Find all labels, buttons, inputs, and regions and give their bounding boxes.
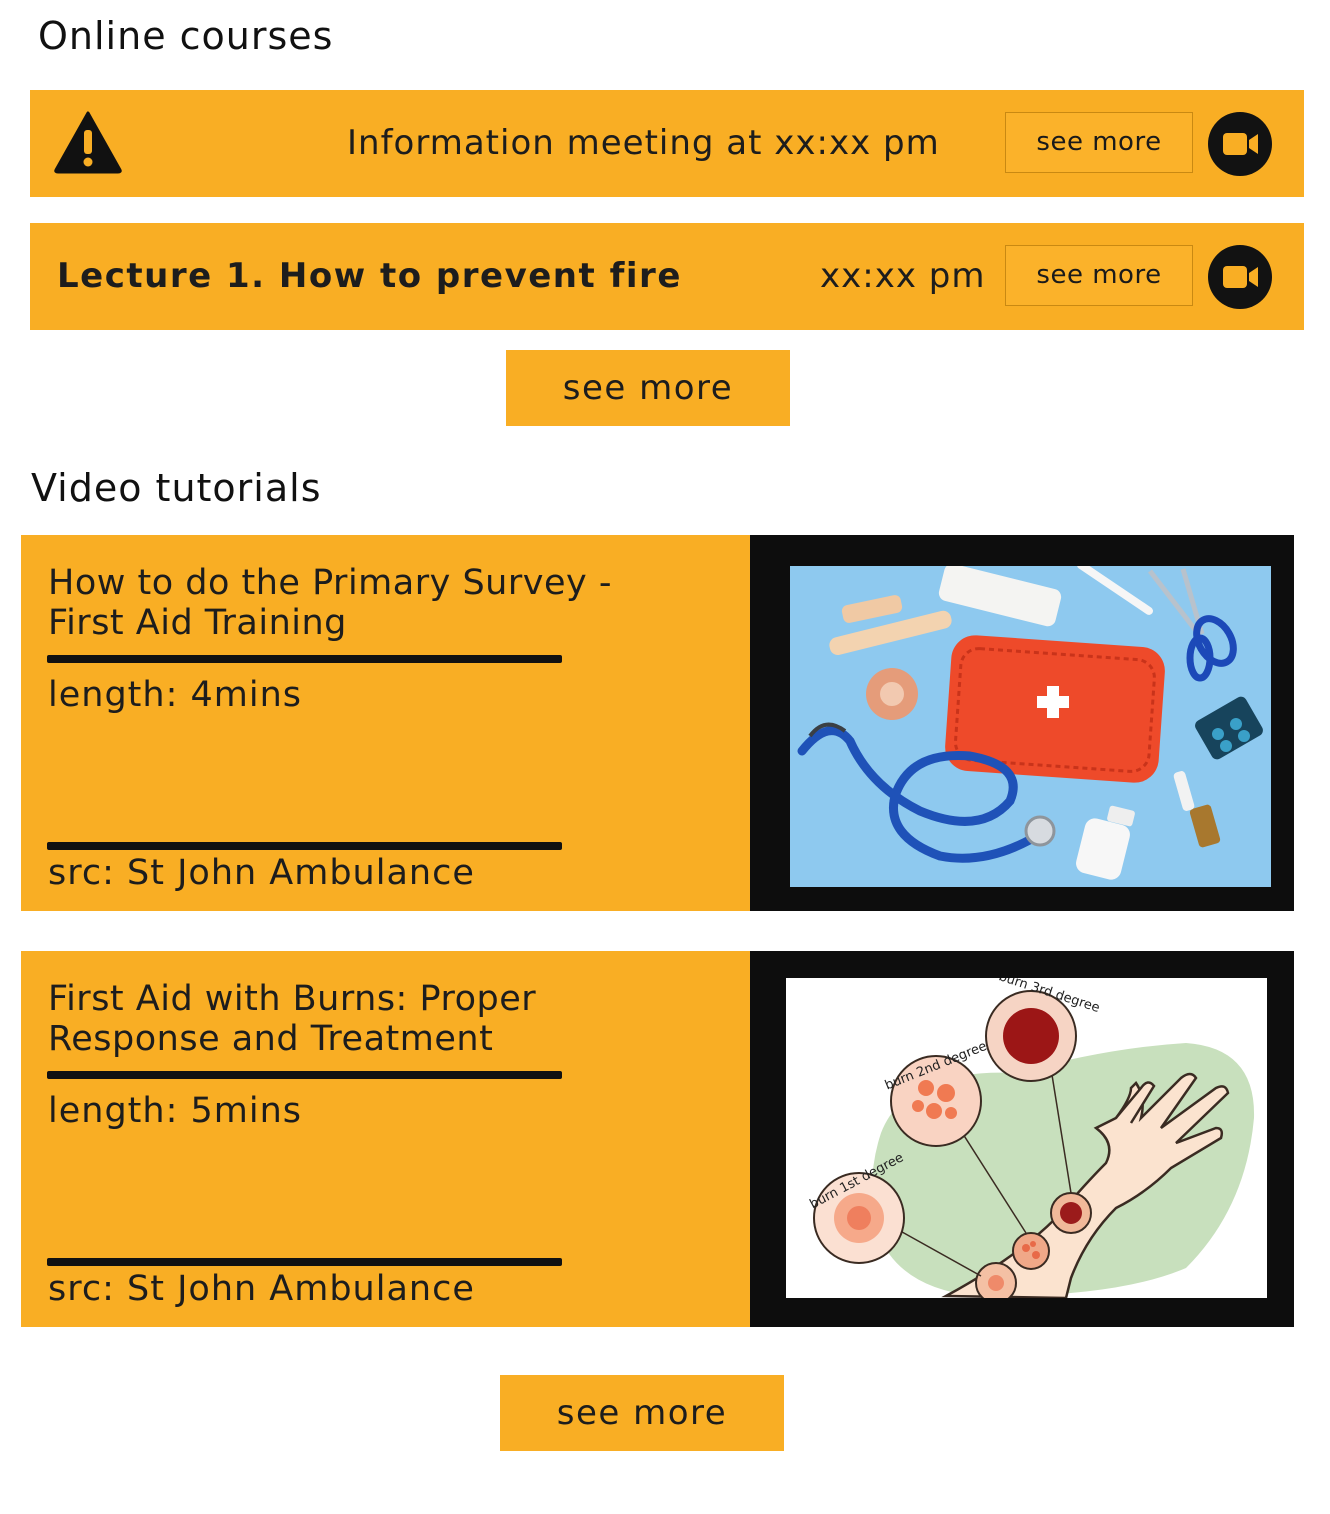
divider: [47, 1071, 562, 1079]
course-banner-info-meeting: Information meeting at xx:xx pm see more: [30, 90, 1304, 197]
lecture-time: xx:xx pm: [820, 256, 986, 296]
video-tutorials-see-more-button[interactable]: see more: [500, 1375, 784, 1451]
video-camera-glyph: [1223, 266, 1258, 288]
video-length: length: 5mins: [48, 1091, 302, 1131]
video-thumbnail-frame[interactable]: [750, 535, 1294, 911]
video-title: How to do the Primary Survey - First Aid…: [48, 563, 612, 643]
video-length: length: 4mins: [48, 675, 302, 715]
first-aid-kit-thumbnail[interactable]: [790, 566, 1271, 887]
video-source: src: St John Ambulance: [48, 1269, 475, 1309]
course-banner-lecture-1: Lecture 1. How to prevent fire xx:xx pm …: [30, 223, 1304, 330]
divider: [47, 655, 562, 663]
warning-icon: [54, 111, 122, 174]
video-camera-icon[interactable]: [1208, 245, 1272, 309]
video-title: First Aid with Burns: Proper Response an…: [48, 979, 537, 1059]
video-card-info: How to do the Primary Survey - First Aid…: [21, 535, 750, 911]
video-card-info: First Aid with Burns: Proper Response an…: [21, 951, 750, 1327]
online-courses-see-more-button[interactable]: see more: [506, 350, 790, 426]
video-camera-glyph: [1223, 133, 1258, 155]
course-banner-text: Information meeting at xx:xx pm: [347, 123, 940, 163]
lecture-title: Lecture 1. How to prevent fire: [57, 256, 682, 296]
divider: [47, 1258, 562, 1266]
burn-degrees-thumbnail[interactable]: burn 3rd degree burn 2nd degree burn 1st…: [786, 978, 1267, 1298]
video-thumbnail-frame[interactable]: burn 3rd degree burn 2nd degree burn 1st…: [750, 951, 1294, 1327]
video-card-burns[interactable]: First Aid with Burns: Proper Response an…: [21, 951, 1294, 1327]
video-card-primary-survey[interactable]: How to do the Primary Survey - First Aid…: [21, 535, 1294, 911]
video-source: src: St John Ambulance: [48, 853, 475, 893]
see-more-button[interactable]: see more: [1005, 245, 1193, 306]
video-camera-icon[interactable]: [1208, 112, 1272, 176]
video-tutorials-heading: Video tutorials: [31, 466, 322, 510]
see-more-button[interactable]: see more: [1005, 112, 1193, 173]
online-courses-heading: Online courses: [38, 14, 334, 58]
divider: [47, 842, 562, 850]
